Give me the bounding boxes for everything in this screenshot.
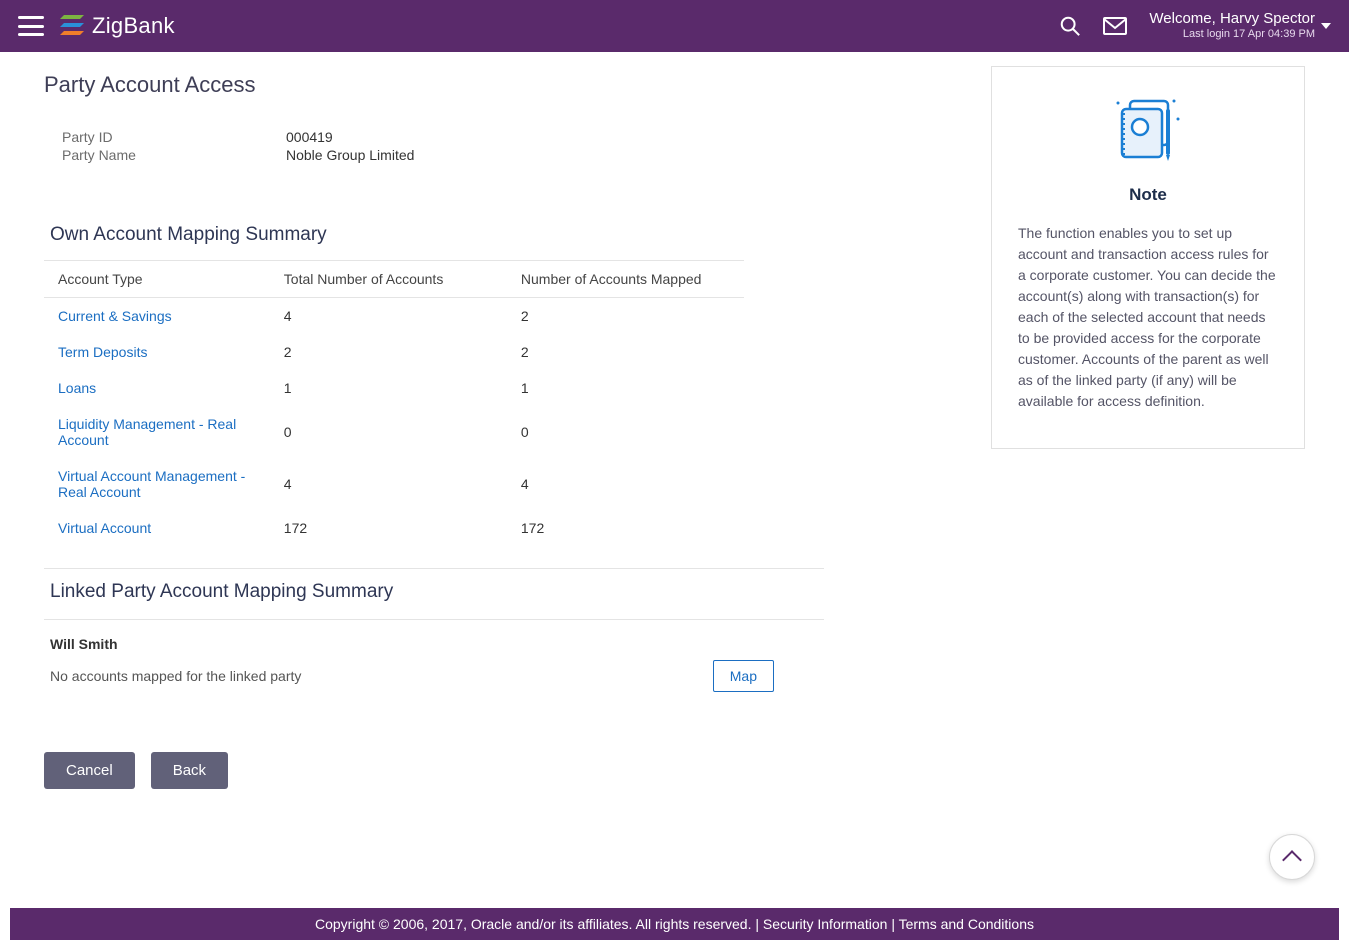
linked-summary-title: Linked Party Account Mapping Summary — [44, 581, 824, 620]
page-title: Party Account Access — [44, 72, 944, 98]
total-accounts-cell: 172 — [270, 510, 507, 546]
linked-party-name: Will Smith — [44, 620, 824, 660]
mapped-accounts-cell: 1 — [507, 370, 744, 406]
app-header: ZigBank Welcome, Harvy Spector Last logi… — [0, 0, 1349, 52]
menu-icon[interactable] — [18, 16, 44, 36]
total-accounts-cell: 2 — [270, 334, 507, 370]
search-icon[interactable] — [1059, 15, 1081, 37]
mapped-accounts-cell: 2 — [507, 334, 744, 370]
brand-name: ZigBank — [92, 13, 175, 39]
table-row: Liquidity Management - Real Account 00 — [44, 406, 744, 458]
terms-link[interactable]: Terms and Conditions — [899, 916, 1034, 932]
table-row: Term Deposits 22 — [44, 334, 744, 370]
back-button[interactable]: Back — [151, 752, 228, 789]
total-accounts-cell: 4 — [270, 458, 507, 510]
welcome-text: Welcome, Harvy Spector — [1149, 10, 1315, 28]
cancel-button[interactable]: Cancel — [44, 752, 135, 789]
party-name-value: Noble Group Limited — [286, 147, 414, 163]
party-id-label: Party ID — [62, 129, 286, 145]
party-id-value: 000419 — [286, 129, 333, 145]
account-type-link[interactable]: Virtual Account Management - Real Accoun… — [58, 468, 245, 500]
account-type-link[interactable]: Virtual Account — [58, 520, 151, 536]
own-summary-title: Own Account Mapping Summary — [50, 224, 944, 246]
chevron-down-icon — [1321, 23, 1331, 29]
note-title: Note — [1018, 185, 1278, 205]
total-accounts-cell: 1 — [270, 370, 507, 406]
party-name-label: Party Name — [62, 147, 286, 163]
total-accounts-cell: 0 — [270, 406, 507, 458]
account-type-link[interactable]: Term Deposits — [58, 344, 147, 360]
mapped-accounts-cell: 2 — [507, 298, 744, 335]
account-type-link[interactable]: Loans — [58, 380, 96, 396]
scroll-to-top-button[interactable] — [1269, 834, 1315, 880]
col-mapped-accounts: Number of Accounts Mapped — [507, 261, 744, 298]
party-info: Party ID 000419 Party Name Noble Group L… — [62, 128, 944, 164]
account-type-link[interactable]: Liquidity Management - Real Account — [58, 416, 236, 448]
mapped-accounts-cell: 0 — [507, 406, 744, 458]
last-login-text: Last login 17 Apr 04:39 PM — [1149, 28, 1315, 41]
col-account-type: Account Type — [44, 261, 270, 298]
table-row: Current & Savings 42 — [44, 298, 744, 335]
linked-party-message: No accounts mapped for the linked party — [50, 668, 301, 684]
chevron-up-icon — [1282, 850, 1302, 870]
note-card: Note The function enables you to set up … — [991, 66, 1305, 449]
note-text: The function enables you to set up accou… — [1018, 223, 1278, 412]
security-info-link[interactable]: Security Information — [763, 916, 888, 932]
footer: Copyright © 2006, 2017, Oracle and/or it… — [10, 908, 1339, 940]
mapped-accounts-cell: 4 — [507, 458, 744, 510]
table-row: Virtual Account 172172 — [44, 510, 744, 546]
logo-icon — [58, 15, 86, 37]
table-row: Loans 11 — [44, 370, 744, 406]
col-total-accounts: Total Number of Accounts — [270, 261, 507, 298]
mapped-accounts-cell: 172 — [507, 510, 744, 546]
account-type-link[interactable]: Current & Savings — [58, 308, 172, 324]
copyright-text: Copyright © 2006, 2017, Oracle and/or it… — [315, 916, 752, 932]
own-summary-table: Account Type Total Number of Accounts Nu… — [44, 260, 744, 546]
user-menu[interactable]: Welcome, Harvy Spector Last login 17 Apr… — [1149, 10, 1331, 41]
notebook-icon — [1018, 95, 1278, 165]
map-button[interactable]: Map — [713, 660, 774, 692]
table-row: Virtual Account Management - Real Accoun… — [44, 458, 744, 510]
mail-icon[interactable] — [1103, 17, 1127, 35]
total-accounts-cell: 4 — [270, 298, 507, 335]
